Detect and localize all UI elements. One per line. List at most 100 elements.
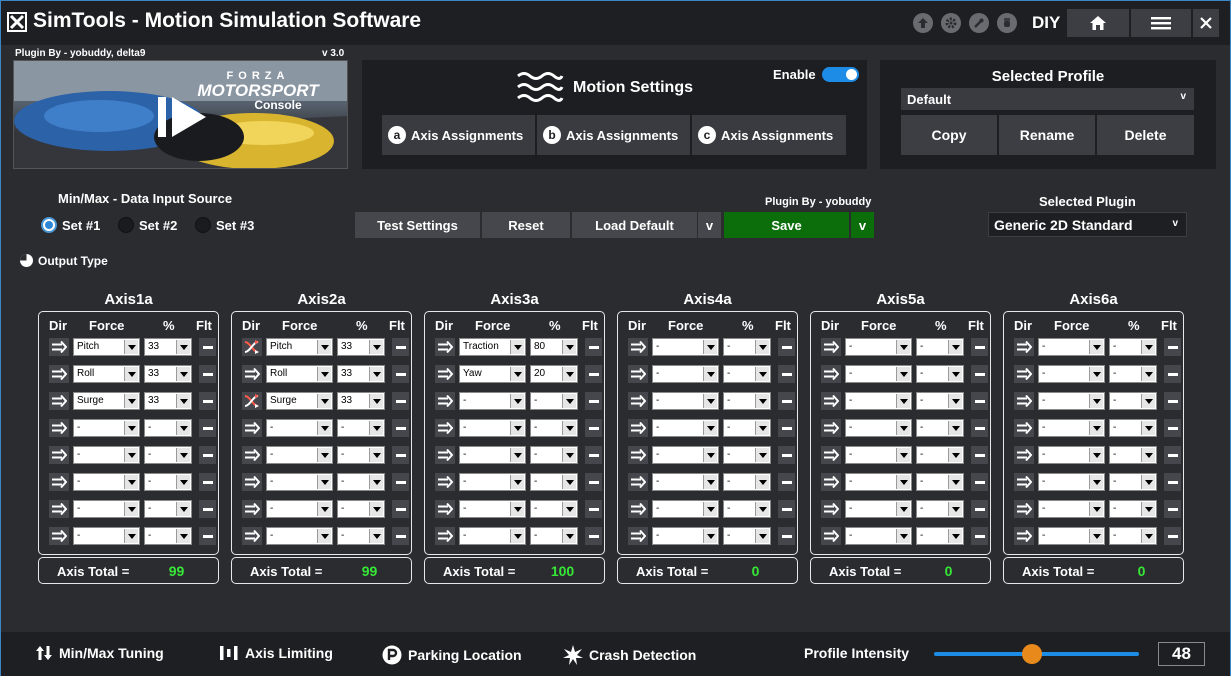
double-arrow-right-icon[interactable] (821, 392, 841, 410)
double-arrow-right-icon[interactable] (1014, 473, 1034, 491)
force-select[interactable]: - (1038, 365, 1105, 383)
force-select[interactable]: - (1038, 500, 1105, 518)
percent-select[interactable]: - (530, 392, 578, 410)
force-select[interactable]: - (459, 392, 526, 410)
double-arrow-right-icon[interactable] (435, 365, 455, 383)
double-arrow-right-icon[interactable] (628, 392, 648, 410)
double-arrow-right-icon[interactable] (49, 365, 69, 383)
percent-select[interactable]: - (723, 419, 771, 437)
percent-select[interactable]: - (723, 527, 771, 545)
percent-select[interactable]: - (1109, 473, 1157, 491)
minus-icon[interactable] (1164, 446, 1181, 464)
double-arrow-right-icon[interactable] (435, 473, 455, 491)
gear-icon[interactable] (941, 13, 961, 33)
force-select[interactable]: - (459, 419, 526, 437)
axis-assignments-c-button[interactable]: c Axis Assignments (692, 115, 846, 155)
minus-icon[interactable] (1164, 419, 1181, 437)
minus-icon[interactable] (778, 365, 795, 383)
crossed-arrows-icon[interactable] (242, 338, 262, 356)
double-arrow-right-icon[interactable] (628, 365, 648, 383)
percent-select[interactable]: - (144, 527, 192, 545)
force-select[interactable]: - (845, 419, 912, 437)
percent-select[interactable]: 33 (144, 392, 192, 410)
force-select[interactable]: - (652, 419, 719, 437)
percent-select[interactable]: - (916, 392, 964, 410)
force-select[interactable]: - (845, 365, 912, 383)
double-arrow-right-icon[interactable] (1014, 338, 1034, 356)
double-arrow-right-icon[interactable] (821, 527, 841, 545)
minus-icon[interactable] (1164, 473, 1181, 491)
minus-icon[interactable] (971, 419, 988, 437)
minus-icon[interactable] (199, 527, 216, 545)
force-select[interactable]: - (1038, 338, 1105, 356)
percent-select[interactable]: - (916, 500, 964, 518)
percent-select[interactable]: - (530, 446, 578, 464)
double-arrow-right-icon[interactable] (821, 338, 841, 356)
minus-icon[interactable] (199, 500, 216, 518)
data-set-1-radio[interactable]: Set #1 (41, 217, 100, 233)
force-select[interactable]: Traction (459, 338, 526, 356)
plugin-select[interactable]: Generic 2D Standard v (988, 212, 1187, 237)
percent-select[interactable]: - (723, 446, 771, 464)
percent-select[interactable]: - (1109, 446, 1157, 464)
minus-icon[interactable] (971, 365, 988, 383)
data-set-3-radio[interactable]: Set #3 (195, 217, 254, 233)
menu-button[interactable] (1131, 9, 1191, 37)
minus-icon[interactable] (1164, 338, 1181, 356)
minus-icon[interactable] (585, 419, 602, 437)
double-arrow-right-icon[interactable] (628, 473, 648, 491)
slider-knob[interactable] (1022, 644, 1043, 664)
double-arrow-right-icon[interactable] (242, 419, 262, 437)
double-arrow-right-icon[interactable] (435, 446, 455, 464)
percent-select[interactable]: - (916, 419, 964, 437)
minus-icon[interactable] (971, 392, 988, 410)
double-arrow-right-icon[interactable] (49, 473, 69, 491)
double-arrow-right-icon[interactable] (821, 365, 841, 383)
minus-icon[interactable] (392, 365, 409, 383)
force-select[interactable]: - (1038, 527, 1105, 545)
hand-stop-icon[interactable] (997, 13, 1017, 33)
percent-select[interactable]: 33 (337, 338, 385, 356)
minus-icon[interactable] (199, 419, 216, 437)
percent-select[interactable]: - (530, 473, 578, 491)
minus-icon[interactable] (392, 473, 409, 491)
axis-assignments-b-button[interactable]: b Axis Assignments (537, 115, 690, 155)
percent-select[interactable]: - (144, 446, 192, 464)
percent-select[interactable]: - (144, 419, 192, 437)
minmax-tuning-button[interactable]: Min/Max Tuning (35, 645, 164, 661)
axis-assignments-a-button[interactable]: a Axis Assignments (382, 115, 535, 155)
force-select[interactable]: - (73, 446, 140, 464)
game-banner-image[interactable]: FORZA MOTORSPORT Console (13, 60, 348, 169)
minus-icon[interactable] (1164, 365, 1181, 383)
force-select[interactable]: Roll (73, 365, 140, 383)
play-icon[interactable] (156, 95, 208, 139)
minus-icon[interactable] (778, 419, 795, 437)
force-select[interactable]: - (845, 527, 912, 545)
home-button[interactable] (1067, 9, 1129, 37)
double-arrow-right-icon[interactable] (435, 338, 455, 356)
percent-select[interactable]: 33 (144, 365, 192, 383)
minus-icon[interactable] (778, 500, 795, 518)
percent-select[interactable]: - (337, 527, 385, 545)
double-arrow-right-icon[interactable] (49, 392, 69, 410)
double-arrow-right-icon[interactable] (628, 500, 648, 518)
minus-icon[interactable] (585, 473, 602, 491)
double-arrow-right-icon[interactable] (1014, 365, 1034, 383)
double-arrow-right-icon[interactable] (628, 527, 648, 545)
minus-icon[interactable] (585, 338, 602, 356)
percent-select[interactable]: - (1109, 419, 1157, 437)
minus-icon[interactable] (778, 527, 795, 545)
percent-select[interactable]: 20 (530, 365, 578, 383)
percent-select[interactable]: - (337, 419, 385, 437)
force-select[interactable]: - (652, 473, 719, 491)
minus-icon[interactable] (199, 446, 216, 464)
profile-intensity-value[interactable]: 48 (1158, 642, 1205, 666)
percent-select[interactable]: - (723, 338, 771, 356)
minus-icon[interactable] (971, 338, 988, 356)
minus-icon[interactable] (778, 473, 795, 491)
double-arrow-right-icon[interactable] (49, 419, 69, 437)
save-button[interactable]: Save (724, 212, 849, 238)
double-arrow-right-icon[interactable] (1014, 419, 1034, 437)
copy-button[interactable]: Copy (901, 115, 997, 155)
percent-select[interactable]: - (530, 500, 578, 518)
